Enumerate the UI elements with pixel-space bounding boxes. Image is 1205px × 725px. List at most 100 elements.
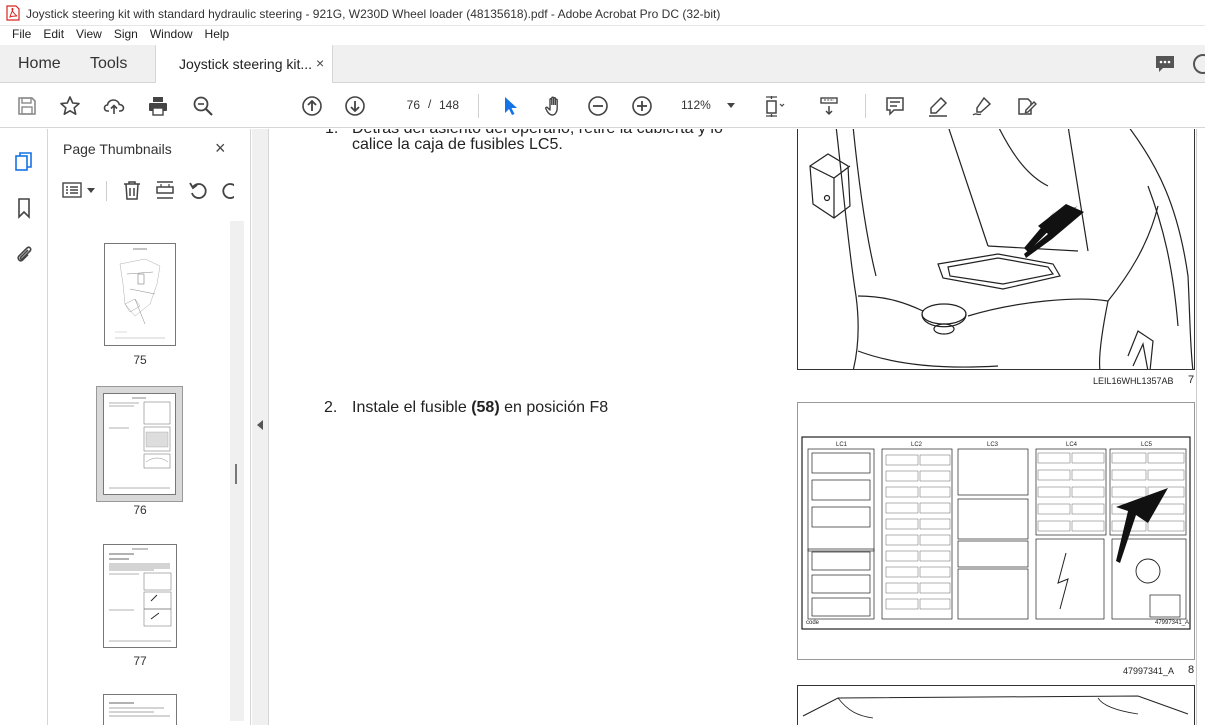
zoom-out-button[interactable] — [585, 93, 611, 119]
main-toolbar: 76 / 148 112% — [0, 84, 1205, 128]
step-1-number: 1. — [325, 129, 338, 138]
page-total: 148 — [439, 98, 460, 112]
fill-sign-button[interactable] — [969, 93, 995, 119]
thumbnail-label: 76 — [133, 503, 147, 517]
rotate-counterclockwise-icon — [189, 182, 207, 199]
step-1-text-line2: calice la caja de fusibles LC5. — [352, 136, 563, 153]
scrollbar-grip[interactable] — [235, 464, 237, 484]
find-zoom-button[interactable] — [190, 93, 216, 119]
scrolling-mode-button[interactable] — [816, 93, 842, 119]
share-upload-button[interactable] — [101, 93, 127, 119]
highlighter-pen-icon — [929, 96, 948, 117]
scroll-mode-icon — [820, 97, 838, 116]
menu-file[interactable]: File — [8, 26, 35, 45]
title-bar: Joystick steering kit with standard hydr… — [0, 0, 1205, 26]
thumbnail-page-77[interactable] — [103, 544, 177, 648]
fusebox-footer-left: code — [806, 620, 820, 626]
comment-bubble-icon[interactable] — [1154, 53, 1176, 75]
save-button[interactable] — [14, 93, 40, 119]
rotate-ccw-button[interactable] — [187, 179, 211, 203]
extract-page-button[interactable] — [154, 179, 178, 203]
next-page-button[interactable] — [342, 93, 368, 119]
magnifier-icon — [193, 96, 213, 116]
page-thumbnails-icon[interactable] — [13, 151, 35, 173]
thumbnail-page-78[interactable] — [103, 694, 177, 725]
figure-9-illustration — [802, 695, 1189, 719]
tab-document-label: Joystick steering kit... — [179, 56, 313, 72]
bookmark-star-button[interactable] — [57, 93, 83, 119]
panel-collapse-handle[interactable] — [252, 129, 269, 725]
toolbar-divider — [106, 181, 107, 201]
arrow-down-circle-icon — [345, 96, 365, 116]
page-fit-button[interactable] — [761, 93, 787, 119]
document-view[interactable]: 1. Detrás del asiento del operario, reti… — [270, 129, 1205, 725]
zoom-level-value: 112% — [681, 98, 711, 112]
menu-edit[interactable]: Edit — [39, 26, 68, 45]
thumbnail-label: 77 — [133, 654, 147, 668]
help-icon[interactable] — [1192, 53, 1205, 75]
figure-9-partial — [797, 685, 1195, 725]
figure-7-number: 7 — [1188, 374, 1195, 386]
print-button[interactable] — [145, 93, 171, 119]
tab-close-icon[interactable]: × — [316, 55, 324, 71]
chevron-down-icon — [727, 103, 735, 108]
toolbar-divider — [478, 94, 479, 118]
select-tool-button[interactable] — [497, 93, 523, 119]
comment-icon — [886, 97, 904, 116]
thumbnail-toolbar — [59, 179, 239, 205]
page-number-input[interactable]: 76 — [385, 94, 425, 116]
navigation-rail — [0, 129, 48, 725]
fusebox-group-lc1: LC1 — [836, 442, 848, 448]
thumbnail-options-button[interactable] — [61, 179, 97, 203]
menu-sign[interactable]: Sign — [110, 26, 142, 45]
cloud-upload-icon — [103, 99, 125, 114]
delete-page-button[interactable] — [121, 179, 145, 203]
figure-7-caption: LEIL16WHL1357AB — [1093, 376, 1174, 386]
rotate-cw-button[interactable] — [220, 179, 234, 203]
tab-bar: Home Tools Joystick steering kit... × — [0, 45, 1205, 83]
window-title: Joystick steering kit with standard hydr… — [26, 7, 721, 21]
menu-help[interactable]: Help — [201, 26, 234, 45]
collapse-arrow-icon — [257, 420, 263, 430]
highlight-button[interactable] — [925, 93, 951, 119]
bookmarks-icon[interactable] — [13, 197, 35, 219]
hand-icon — [545, 96, 558, 116]
edit-pdf-button[interactable] — [1013, 93, 1039, 119]
seat-illustration — [809, 129, 1194, 369]
thumbnail-preview — [115, 248, 165, 339]
acrobat-app-icon — [6, 5, 20, 21]
star-icon — [60, 96, 80, 115]
toolbar-divider — [865, 94, 866, 118]
zoom-in-button[interactable] — [629, 93, 655, 119]
previous-page-button[interactable] — [299, 93, 325, 119]
thumbnail-label: 75 — [133, 353, 147, 367]
step-2-text: Instale el fusible (58) en posición F8 — [352, 399, 608, 417]
menu-view[interactable]: View — [72, 26, 106, 45]
trash-icon — [124, 181, 140, 200]
chevron-down-icon — [87, 188, 95, 193]
edit-document-icon — [1018, 98, 1037, 115]
attachments-paperclip-icon[interactable] — [13, 243, 35, 265]
fusebox-group-lc5: LC5 — [1141, 442, 1153, 448]
panel-title: Page Thumbnails — [63, 141, 172, 157]
tab-home[interactable]: Home — [18, 55, 61, 73]
step-2-text-suffix: en posición F8 — [499, 399, 609, 416]
arrow-up-circle-icon — [302, 96, 322, 116]
add-comment-button[interactable] — [882, 93, 908, 119]
cursor-arrow-icon — [505, 97, 517, 115]
menu-window[interactable]: Window — [146, 26, 197, 45]
thumbnail-scrollbar[interactable] — [230, 221, 244, 721]
fusebox-footer-right: 47997341_A — [1155, 620, 1189, 626]
tab-document[interactable]: Joystick steering kit... × — [155, 45, 333, 83]
tab-tools[interactable]: Tools — [90, 55, 127, 73]
figure-7-seat-area — [797, 129, 1195, 370]
panel-close-icon[interactable]: × — [215, 138, 226, 159]
thumbnail-page-76-selected[interactable] — [96, 386, 183, 502]
zoom-level-dropdown[interactable]: 112% — [673, 94, 743, 116]
step-2-number: 2. — [324, 399, 338, 416]
save-icon — [18, 97, 36, 115]
thumbnail-page-75[interactable] — [104, 243, 176, 346]
rotate-clockwise-icon — [222, 183, 234, 199]
figure-8-fuse-box: LC1 LC2 LC3 LC4 LC5 code 47997341_A — [797, 402, 1195, 660]
hand-tool-button[interactable] — [541, 93, 567, 119]
